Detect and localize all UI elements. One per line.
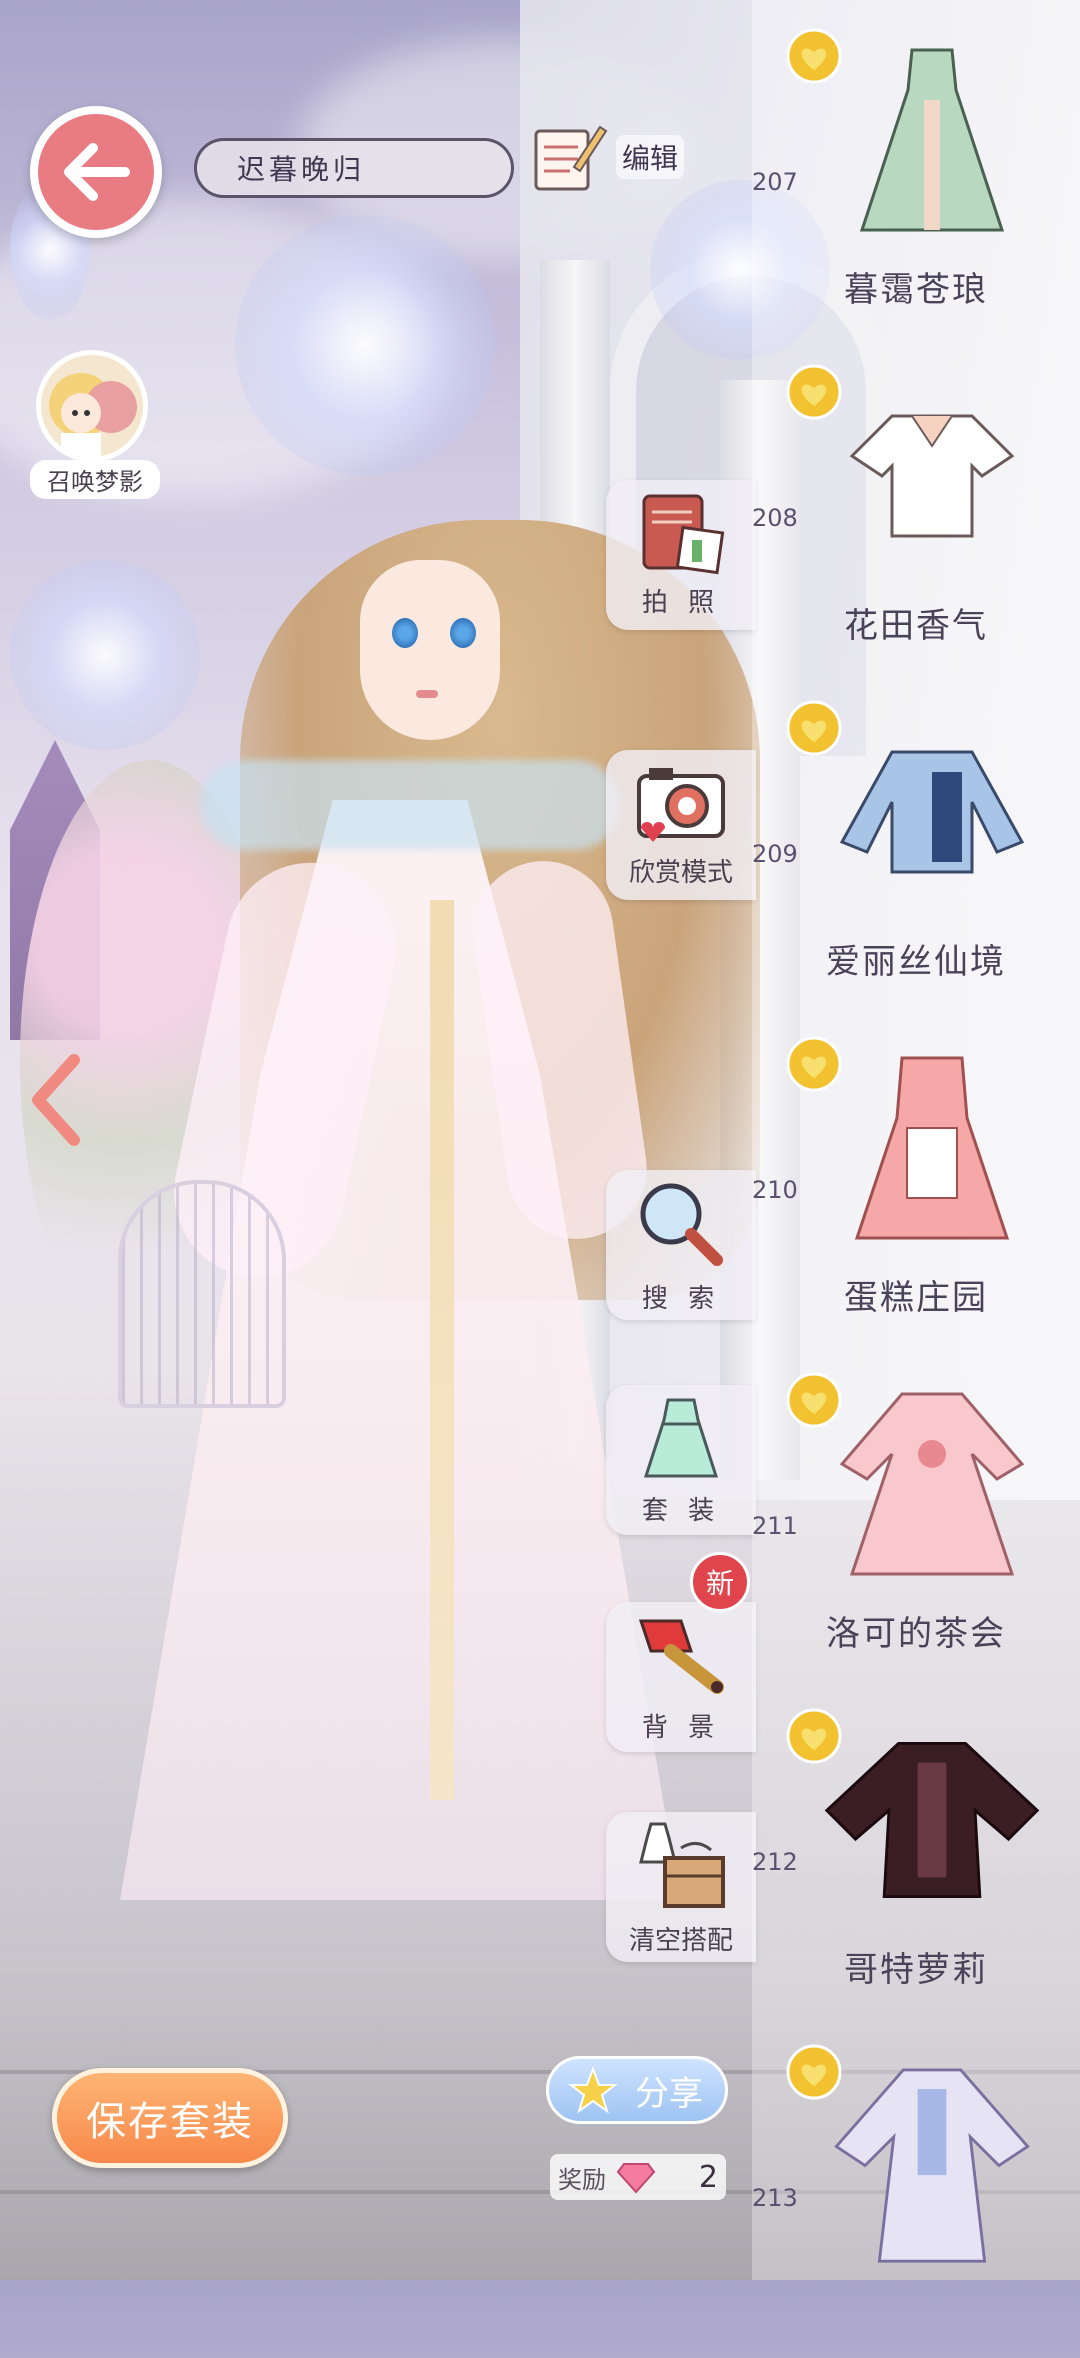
wardrobe-item[interactable]: 209 爱丽丝仙境 bbox=[752, 678, 1080, 1014]
chibi-avatar-icon bbox=[49, 373, 137, 457]
item-artwork bbox=[822, 702, 1042, 922]
clear-outfit-button[interactable]: 清空搭配 bbox=[606, 1812, 756, 1962]
item-number: 213 bbox=[752, 2184, 798, 2212]
photo-button[interactable]: 拍 照 bbox=[606, 480, 756, 630]
item-artwork bbox=[822, 1710, 1042, 1930]
clear-outfit-label: 清空搭配 bbox=[628, 1925, 733, 1956]
light-orb bbox=[10, 560, 200, 750]
wardrobe-item[interactable]: 213 bbox=[752, 2022, 1080, 2358]
blouse-icon bbox=[849, 414, 1015, 538]
item-artwork bbox=[822, 366, 1042, 586]
wardrobe-item[interactable]: 208 花田香气 bbox=[752, 342, 1080, 678]
item-artwork bbox=[822, 2046, 1042, 2266]
outfit-name: 迟暮晚归 bbox=[237, 153, 366, 186]
jacket-icon bbox=[839, 750, 1025, 874]
photo-label: 拍 照 bbox=[641, 587, 721, 618]
item-name: 蛋糕庄园 bbox=[844, 1278, 988, 1318]
share-reward: 奖励 2 bbox=[550, 2154, 726, 2200]
appreciate-mode-label: 欣赏模式 bbox=[628, 857, 733, 888]
item-number: 208 bbox=[752, 504, 798, 532]
item-number: 211 bbox=[752, 1512, 798, 1540]
share-label: 分享 bbox=[635, 2073, 703, 2114]
item-number: 210 bbox=[752, 1176, 798, 1204]
wardrobe-item[interactable]: 211 洛可的茶会 bbox=[752, 1350, 1080, 1686]
item-name: 暮霭苍琅 bbox=[844, 270, 988, 310]
item-name: 花田香气 bbox=[844, 606, 988, 646]
item-number: 212 bbox=[752, 1848, 798, 1876]
background-button[interactable]: 背 景 bbox=[606, 1602, 756, 1752]
chevron-left-icon bbox=[32, 1054, 80, 1146]
suits-label: 套 装 bbox=[641, 1495, 721, 1526]
reward-count: 2 bbox=[698, 2159, 718, 2195]
share-button[interactable]: 分享 bbox=[546, 2056, 728, 2124]
avatar bbox=[36, 350, 148, 462]
suits-button[interactable]: 套 装 bbox=[606, 1385, 756, 1535]
character-eye bbox=[450, 618, 476, 648]
save-outfit-button[interactable]: 保存套装 bbox=[52, 2068, 288, 2168]
wardrobe-item[interactable]: 207 暮霭苍琅 bbox=[752, 6, 1080, 342]
photo-album-icon bbox=[642, 494, 725, 574]
edit-button[interactable]: 编辑 bbox=[530, 112, 690, 202]
light-orb bbox=[235, 215, 495, 475]
item-number: 209 bbox=[752, 840, 798, 868]
dress-icon bbox=[643, 1398, 719, 1477]
back-button[interactable] bbox=[30, 106, 162, 238]
item-artwork bbox=[822, 30, 1042, 250]
save-outfit-label: 保存套装 bbox=[86, 2099, 254, 2145]
item-name: 爱丽丝仙境 bbox=[826, 942, 1006, 982]
notepad-pencil-icon bbox=[534, 125, 608, 191]
wardrobe-item[interactable]: 212 哥特萝莉 bbox=[752, 1686, 1080, 2022]
apron-dress-icon bbox=[854, 1056, 1010, 1240]
outfit-name-field[interactable]: 迟暮晚归 bbox=[194, 138, 514, 198]
item-artwork bbox=[822, 1038, 1042, 1258]
item-name: 洛可的茶会 bbox=[826, 1614, 1006, 1654]
summon-dream-shadow-button[interactable]: 召唤梦影 bbox=[30, 350, 160, 500]
paint-brush-icon bbox=[638, 1619, 724, 1694]
gothic-dress-icon bbox=[824, 1742, 1040, 1898]
wardrobe-item[interactable]: 210 蛋糕庄园 bbox=[752, 1014, 1080, 1350]
wardrobe-box-icon bbox=[639, 1822, 725, 1908]
reward-label: 奖励 bbox=[558, 2165, 606, 2194]
character-eye bbox=[392, 618, 418, 648]
pink-diamond-icon bbox=[616, 2163, 656, 2194]
arrow-left-icon bbox=[64, 143, 130, 201]
lolita-dress-icon bbox=[834, 2068, 1030, 2263]
new-badge: 新 bbox=[690, 1552, 750, 1612]
search-button[interactable]: 搜 索 bbox=[606, 1170, 756, 1320]
tea-party-dress-icon bbox=[839, 1392, 1025, 1576]
star-icon bbox=[568, 2066, 618, 2114]
long-gown-icon bbox=[859, 48, 1005, 232]
item-artwork bbox=[822, 1374, 1042, 1594]
appreciate-mode-button[interactable]: 欣赏模式 bbox=[606, 750, 756, 900]
item-name: 哥特萝莉 bbox=[844, 1950, 988, 1990]
edit-label: 编辑 bbox=[616, 135, 685, 179]
search-label: 搜 索 bbox=[641, 1283, 721, 1314]
summon-label: 召唤梦影 bbox=[30, 460, 160, 499]
character-lips bbox=[416, 690, 438, 698]
background-label: 背 景 bbox=[641, 1712, 721, 1743]
item-number: 207 bbox=[752, 168, 798, 196]
magnifier-icon bbox=[640, 1183, 723, 1266]
bird-cage bbox=[118, 1180, 286, 1408]
dress-sash bbox=[430, 900, 454, 1800]
character-face bbox=[360, 560, 500, 740]
camera-icon bbox=[637, 767, 725, 842]
prev-arrow-button[interactable] bbox=[26, 1040, 86, 1160]
feather-shawl bbox=[200, 760, 620, 850]
